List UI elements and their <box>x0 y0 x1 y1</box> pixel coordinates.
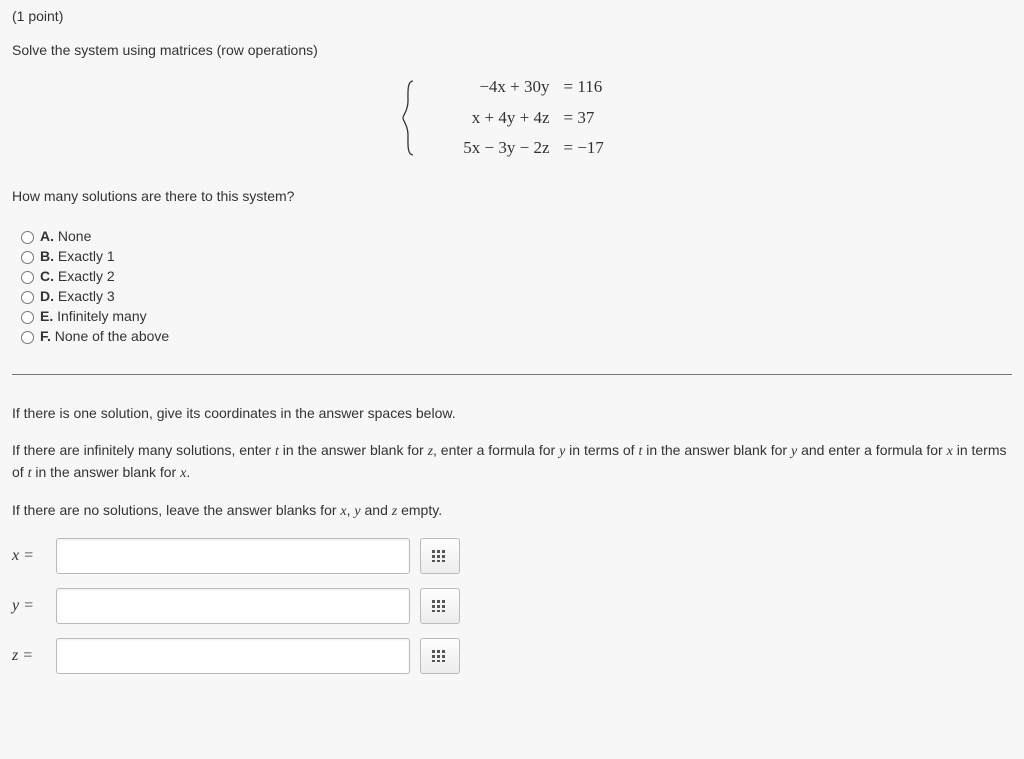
divider <box>12 374 1012 375</box>
answer-input-y[interactable] <box>56 588 410 624</box>
equation-system: −4x + 30y = 116 x + 4y + 4z = 37 5x − 3y… <box>12 72 1012 164</box>
option-letter: C. <box>40 268 54 284</box>
points-label: (1 point) <box>12 8 1012 24</box>
option-e[interactable]: E. Infinitely many <box>16 306 1012 326</box>
option-letter: F. <box>40 328 51 344</box>
option-b-radio[interactable] <box>21 251 34 264</box>
sub-question: How many solutions are there to this sys… <box>12 188 1012 204</box>
equation-rhs: = 37 <box>564 103 624 134</box>
keypad-button[interactable] <box>420 588 460 624</box>
option-letter: A. <box>40 228 54 244</box>
instruction-infinite-solutions: If there are infinitely many solutions, … <box>12 440 1012 484</box>
question-prompt: Solve the system using matrices (row ope… <box>12 42 1012 58</box>
option-a[interactable]: A. None <box>16 226 1012 246</box>
option-f-radio[interactable] <box>21 331 34 344</box>
equation-lhs: 5x − 3y − 2z <box>420 133 564 164</box>
answer-input-x[interactable] <box>56 538 410 574</box>
equation-lhs: x + 4y + 4z <box>420 103 564 134</box>
answer-row-z: z = <box>12 638 1012 674</box>
option-f[interactable]: F. None of the above <box>16 326 1012 346</box>
option-text: Infinitely many <box>57 308 146 324</box>
keypad-button[interactable] <box>420 638 460 674</box>
equation-rhs: = 116 <box>564 72 624 103</box>
instruction-no-solutions: If there are no solutions, leave the ans… <box>12 500 1012 522</box>
option-letter: B. <box>40 248 54 264</box>
equation-row: x + 4y + 4z = 37 <box>420 103 624 134</box>
answer-label-y: y = <box>12 597 56 615</box>
equation-rhs: = −17 <box>564 133 624 164</box>
equation-row: 5x − 3y − 2z = −17 <box>420 133 624 164</box>
keypad-icon <box>432 650 448 662</box>
equation-row: −4x + 30y = 116 <box>420 72 624 103</box>
option-a-radio[interactable] <box>21 231 34 244</box>
answer-row-y: y = <box>12 588 1012 624</box>
option-c[interactable]: C. Exactly 2 <box>16 266 1012 286</box>
multiple-choice-options: A. None B. Exactly 1 C. Exactly 2 D. Exa… <box>16 226 1012 346</box>
answer-row-x: x = <box>12 538 1012 574</box>
option-text: None of the above <box>55 328 169 344</box>
option-text: Exactly 2 <box>58 268 115 284</box>
option-text: Exactly 1 <box>58 248 115 264</box>
keypad-icon <box>432 550 448 562</box>
option-letter: E. <box>40 308 53 324</box>
answer-label-z: z = <box>12 647 56 665</box>
option-c-radio[interactable] <box>21 271 34 284</box>
instruction-one-solution: If there is one solution, give its coord… <box>12 403 1012 424</box>
left-brace-icon <box>401 79 415 157</box>
option-b[interactable]: B. Exactly 1 <box>16 246 1012 266</box>
keypad-button[interactable] <box>420 538 460 574</box>
keypad-icon <box>432 600 448 612</box>
option-text: None <box>58 228 91 244</box>
option-text: Exactly 3 <box>58 288 115 304</box>
option-d-radio[interactable] <box>21 291 34 304</box>
option-letter: D. <box>40 288 54 304</box>
option-e-radio[interactable] <box>21 311 34 324</box>
answer-input-z[interactable] <box>56 638 410 674</box>
equation-lhs: −4x + 30y <box>420 72 564 103</box>
option-d[interactable]: D. Exactly 3 <box>16 286 1012 306</box>
answer-label-x: x = <box>12 547 56 565</box>
